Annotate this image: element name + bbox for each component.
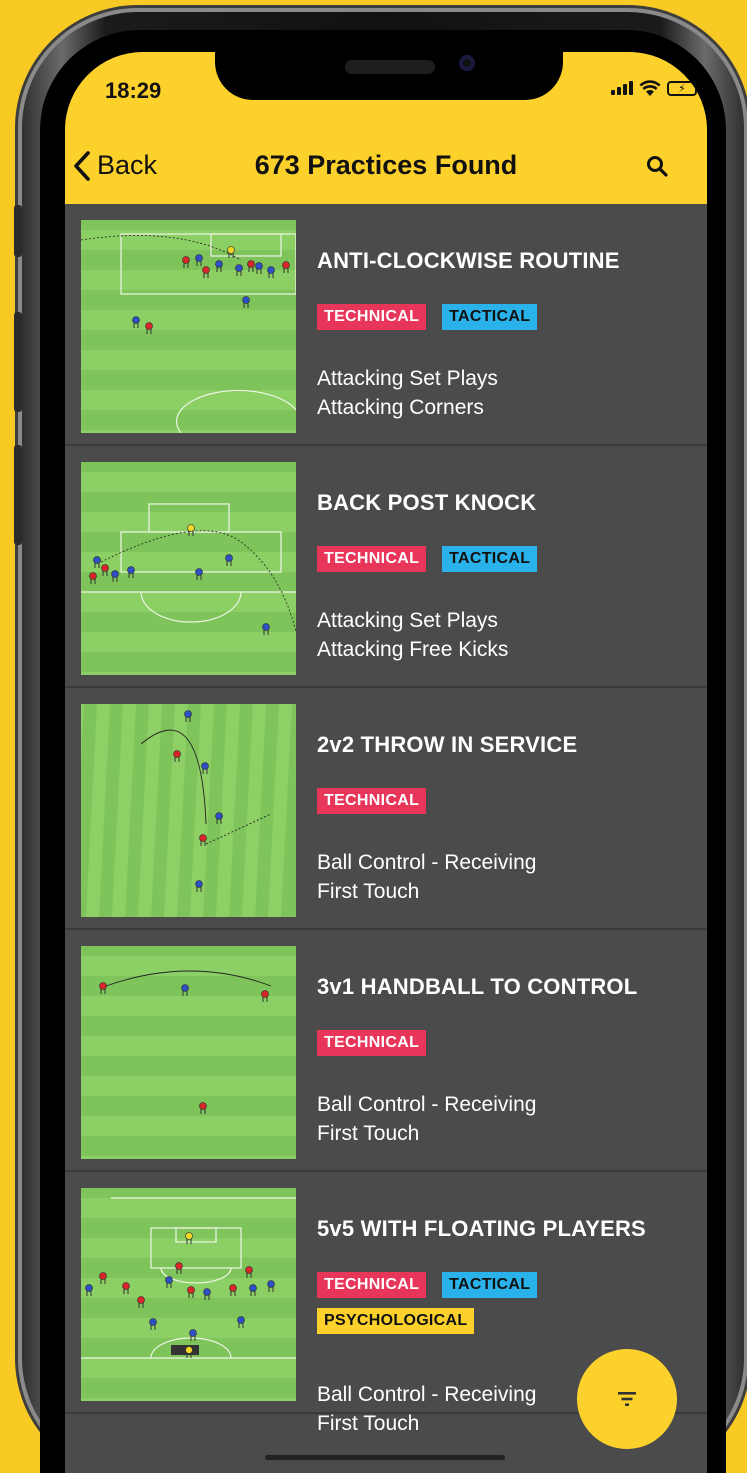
- practice-list: ANTI-CLOCKWISE ROUTINE TECHNICAL TACTICAL A…: [65, 204, 707, 1435]
- practice-row[interactable]: BACK POST KNOCK TECHNICAL TACTICAL Attackin…: [65, 446, 707, 688]
- filter-icon: [618, 1392, 636, 1406]
- tag-technical: TECHNICAL: [317, 788, 427, 814]
- page-title: 673 Practices Found: [254, 150, 518, 180]
- tag-tactical: TACTICAL: [442, 546, 538, 572]
- category-line: Attacking Set Plays: [317, 367, 498, 390]
- practice-categories: Ball Control - Receiving First Touch: [317, 1090, 536, 1148]
- practice-categories: Ball Control - Receiving First Touch: [317, 1380, 536, 1438]
- practice-tags: TECHNICAL TACTICAL PSYCHOLOGICAL: [317, 1272, 697, 1334]
- tag-tactical: TACTICAL: [442, 304, 538, 330]
- tag-technical: TECHNICAL: [317, 1030, 427, 1056]
- practice-categories: Ball Control - Receiving First Touch: [317, 848, 536, 906]
- category-line: Ball Control - Receiving: [317, 1093, 537, 1116]
- practice-tags: TECHNICAL TACTICAL: [317, 304, 697, 330]
- battery-icon: ⚡: [667, 80, 697, 96]
- practice-diagram: [81, 946, 296, 1159]
- category-line: Ball Control - Receiving: [317, 1383, 537, 1406]
- tag-psychological: PSYCHOLOGICAL: [317, 1308, 475, 1334]
- practice-diagram: [81, 220, 296, 433]
- practice-diagram: [81, 704, 296, 917]
- tag-technical: TECHNICAL: [317, 304, 427, 330]
- speaker: [345, 60, 435, 74]
- tag-technical: TECHNICAL: [317, 546, 427, 572]
- filter-button[interactable]: [577, 1349, 677, 1449]
- practice-title: 5v5 WITH FLOATING PLAYERS: [317, 1216, 646, 1241]
- practice-thumbnail: [81, 220, 296, 433]
- tag-tactical: TACTICAL: [442, 1272, 538, 1298]
- practice-tags: TECHNICAL TACTICAL: [317, 546, 697, 572]
- status-icons: ⚡: [611, 79, 697, 97]
- practice-title: BACK POST KNOCK: [317, 490, 537, 515]
- practice-diagram: [81, 462, 296, 675]
- practice-row[interactable]: 3v1 HANDBALL TO CONTROL TECHNICAL Ball Con…: [65, 930, 707, 1172]
- practice-thumbnail: [81, 462, 296, 675]
- notch: [215, 52, 563, 100]
- category-line: Attacking Corners: [317, 396, 484, 419]
- wifi-icon: [639, 80, 661, 96]
- practice-thumbnail: [81, 946, 296, 1159]
- practice-title: ANTI-CLOCKWISE ROUTINE: [317, 248, 620, 273]
- practice-row[interactable]: 2v2 THROW IN SERVICE TECHNICAL Ball Contro…: [65, 688, 707, 930]
- app-screen: 18:29 ⚡ Back 673 Practices Found ANTI-CL…: [65, 52, 707, 1473]
- header-bar: 18:29 ⚡ Back 673 Practices Found: [65, 52, 707, 204]
- charging-glyph: ⚡: [678, 82, 686, 95]
- category-line: Attacking Set Plays: [317, 609, 498, 632]
- volume-up-button: [14, 312, 22, 412]
- tag-technical: TECHNICAL: [317, 1272, 427, 1298]
- status-time: 18:29: [105, 78, 162, 103]
- signal-icon: [611, 81, 633, 95]
- category-line: First Touch: [317, 1412, 420, 1435]
- mute-switch: [14, 205, 22, 257]
- volume-down-button: [14, 445, 22, 545]
- category-line: Ball Control - Receiving: [317, 851, 537, 874]
- practice-title: 2v2 THROW IN SERVICE: [317, 732, 578, 757]
- practice-thumbnail: [81, 704, 296, 917]
- practice-tags: TECHNICAL: [317, 788, 697, 814]
- practice-title: 3v1 HANDBALL TO CONTROL: [317, 974, 638, 999]
- practice-categories: Attacking Set Plays Attacking Corners: [317, 364, 498, 422]
- search-icon[interactable]: [645, 154, 669, 178]
- practice-tags: TECHNICAL: [317, 1030, 697, 1056]
- practice-diagram: [81, 1188, 296, 1401]
- category-line: First Touch: [317, 1122, 420, 1145]
- category-line: Attacking Free Kicks: [317, 638, 509, 661]
- home-indicator: [265, 1455, 505, 1460]
- practice-categories: Attacking Set Plays Attacking Free Kicks: [317, 606, 508, 664]
- front-camera: [459, 55, 475, 71]
- practice-thumbnail: [81, 1188, 296, 1401]
- category-line: First Touch: [317, 880, 420, 903]
- practice-row[interactable]: ANTI-CLOCKWISE ROUTINE TECHNICAL TACTICAL A…: [65, 204, 707, 446]
